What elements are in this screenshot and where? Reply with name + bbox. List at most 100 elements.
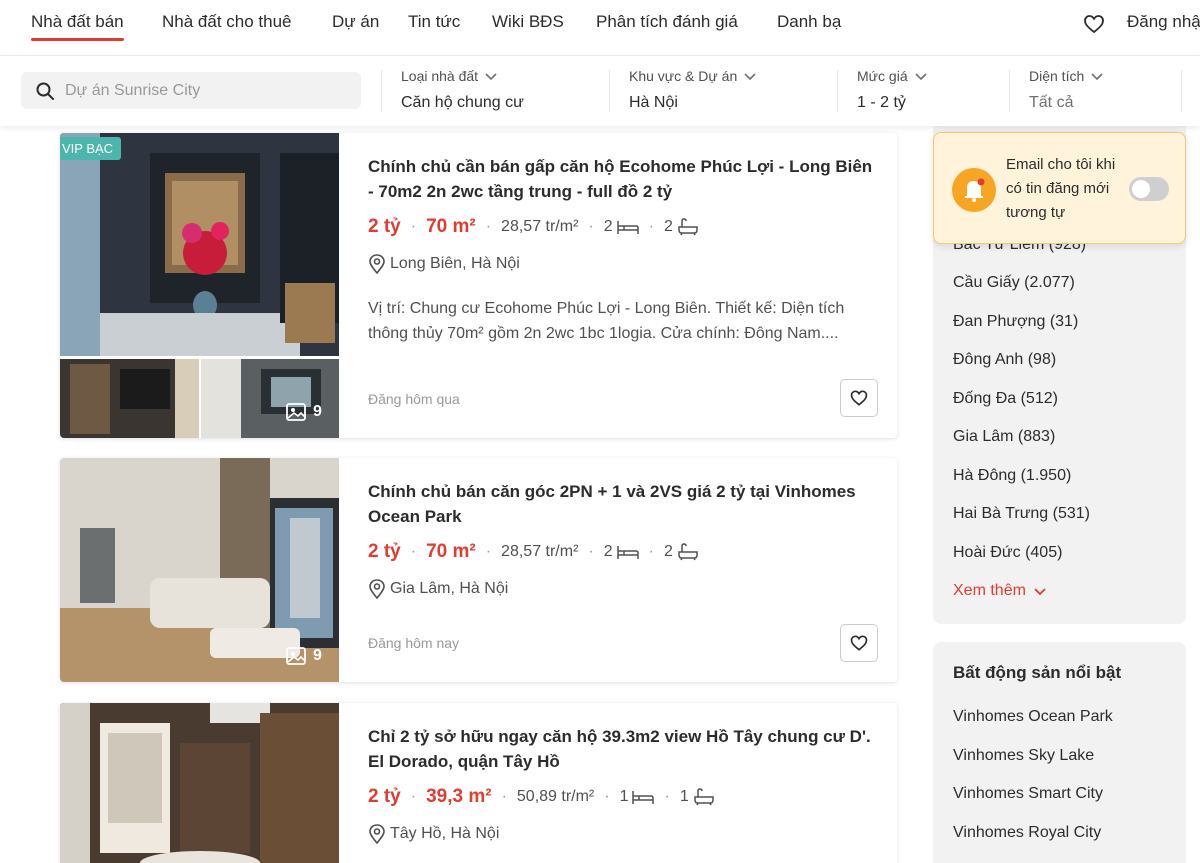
nav-item-du-an[interactable]: Dự án xyxy=(332,12,379,32)
filter-label: Loại nhà đất xyxy=(401,68,498,84)
district-link[interactable]: Đống Đa (512) xyxy=(953,390,1058,408)
featured-title: Bất động sản nổi bật xyxy=(953,663,1122,682)
top-navigation: Nhà đất bán Nhà đất cho thuê Dự án Tin t… xyxy=(0,0,1200,56)
district-link[interactable]: Hai Bà Trưng (531) xyxy=(953,505,1090,523)
listing-photo[interactable] xyxy=(60,703,339,863)
district-link[interactable]: Cầu Giấy (2.077) xyxy=(953,274,1075,292)
bathroom-count: 2 xyxy=(664,218,699,236)
listing-meta: 2 tỷ · 39,3 m² · 50,89 tr/m² · 1 · 1 xyxy=(368,785,715,809)
nav-item-nha-dat-cho-thue[interactable]: Nhà đất cho thuê xyxy=(162,12,291,32)
nav-item-wiki-bds[interactable]: Wiki BĐS xyxy=(492,12,564,32)
district-link[interactable]: Đông Anh (98) xyxy=(953,351,1056,369)
listing-price-per-m2: 28,57 tr/m² xyxy=(501,218,579,235)
listing-thumbnail[interactable] xyxy=(201,359,339,438)
filter-price[interactable]: Mức giá 1 - 2 tỷ xyxy=(837,68,1009,114)
nav-item-danh-ba[interactable]: Danh bạ xyxy=(777,12,841,32)
search-box[interactable] xyxy=(21,72,361,109)
bedroom-count: 2 xyxy=(604,218,639,236)
district-link[interactable]: Đan Phượng (31) xyxy=(953,313,1078,331)
featured-project-link[interactable]: Vinhomes Sky Lake xyxy=(953,747,1094,765)
nav-item-nha-dat-ban[interactable]: Nhà đất bán xyxy=(31,12,124,41)
featured-projects-panel: Bất động sản nổi bật Vinhomes Ocean Park… xyxy=(933,642,1186,863)
filter-divider xyxy=(1009,70,1010,112)
listing-posted-time: Đăng hôm nay xyxy=(368,635,460,651)
filter-property-type[interactable]: Loại nhà đất Căn hộ chung cư xyxy=(381,68,609,114)
email-alert-toggle[interactable] xyxy=(1129,177,1169,201)
listing-photo[interactable] xyxy=(60,133,339,356)
photo-count-value: 9 xyxy=(313,403,322,420)
location-pin-icon xyxy=(369,824,385,844)
bath-icon xyxy=(693,788,714,806)
bath-icon xyxy=(678,218,698,236)
location-pin-icon xyxy=(369,579,385,599)
filter-value: 1 - 2 tỷ xyxy=(857,94,906,111)
filter-more[interactable] xyxy=(1181,68,1200,114)
district-link[interactable]: Hà Đông (1.950) xyxy=(953,467,1071,485)
featured-project-link[interactable]: Vinhomes Ocean Park xyxy=(953,708,1113,726)
listing-card[interactable]: 9 Chính chủ bán căn góc 2PN + 1 và 2VS g… xyxy=(60,458,897,682)
district-link[interactable]: Gia Lâm (883) xyxy=(953,428,1055,446)
filter-label: Khu vực & Dự án xyxy=(629,68,757,84)
bedroom-count: 2 xyxy=(604,543,639,561)
email-alert-box: Email cho tôi khi có tin đăng mới tương … xyxy=(933,132,1186,244)
save-listing-button[interactable] xyxy=(840,624,878,662)
listing-location: Gia Lâm, Hà Nội xyxy=(368,579,508,599)
heart-icon[interactable] xyxy=(1082,12,1106,36)
listing-card[interactable]: Chỉ 2 tỷ sở hữu ngay căn hộ 39.3m2 view … xyxy=(60,703,897,863)
nav-item-tin-tuc[interactable]: Tin tức xyxy=(408,12,460,32)
listing-price-per-m2: 28,57 tr/m² xyxy=(501,543,579,560)
filter-bar: Loại nhà đất Căn hộ chung cư Khu vực & D… xyxy=(0,56,1200,126)
district-link[interactable]: Hoài Đức (405) xyxy=(953,544,1062,562)
listing-area: 70 m² xyxy=(426,541,476,562)
listing-meta: 2 tỷ · 70 m² · 28,57 tr/m² · 2 · 2 xyxy=(368,215,699,239)
listing-title[interactable]: Chính chủ cần bán gấp căn hộ Ecohome Phú… xyxy=(368,154,880,204)
search-input[interactable] xyxy=(65,81,345,100)
listing-meta: 2 tỷ · 70 m² · 28,57 tr/m² · 2 · 2 xyxy=(368,540,699,564)
nav-item-phan-tich-danh-gia[interactable]: Phân tích đánh giá xyxy=(596,12,738,32)
email-alert-text: Email cho tôi khi có tin đăng mới tương … xyxy=(1006,156,1116,221)
heart-icon xyxy=(850,635,868,651)
listing-posted-time: Đăng hôm qua xyxy=(368,391,460,407)
filter-value: Tất cả xyxy=(1029,94,1074,111)
toggle-knob xyxy=(1132,180,1150,198)
chevron-down-icon xyxy=(1034,588,1046,596)
chevron-down-icon xyxy=(744,73,756,81)
filter-area-project[interactable]: Khu vực & Dự án Hà Nội xyxy=(609,68,837,114)
image-icon xyxy=(286,403,306,421)
listing-title[interactable]: Chỉ 2 tỷ sở hữu ngay căn hộ 39.3m2 view … xyxy=(368,724,880,774)
listing-price: 2 tỷ xyxy=(368,541,401,562)
bathroom-count: 1 xyxy=(680,788,715,806)
bell-icon xyxy=(952,168,996,212)
listing-location: Tây Hồ, Hà Nội xyxy=(368,824,499,844)
listing-location: Long Biên, Hà Nội xyxy=(368,254,520,274)
save-listing-button[interactable] xyxy=(840,379,878,417)
listing-description: Vị trí: Chung cư Ecohome Phúc Lợi - Long… xyxy=(368,300,845,342)
filter-label: Mức giá xyxy=(857,68,928,84)
listing-thumbnail[interactable] xyxy=(60,359,199,438)
listing-price: 2 tỷ xyxy=(368,216,401,237)
login-link[interactable]: Đăng nhậ xyxy=(1127,12,1200,32)
search-icon xyxy=(35,81,55,101)
listing-area: 70 m² xyxy=(426,216,476,237)
bathroom-count: 2 xyxy=(664,543,699,561)
image-icon xyxy=(286,647,306,665)
location-pin-icon xyxy=(369,254,385,274)
photo-count-value: 9 xyxy=(313,647,322,664)
listing-area: 39,3 m² xyxy=(426,786,492,807)
show-more-button[interactable]: Xem thêm xyxy=(953,582,1048,600)
photo-count[interactable]: 9 xyxy=(285,401,322,423)
chevron-down-icon xyxy=(485,73,497,81)
bed-icon xyxy=(632,791,655,804)
listing-title[interactable]: Chính chủ bán căn góc 2PN + 1 và 2VS giá… xyxy=(368,479,880,529)
featured-project-link[interactable]: Vinhomes Smart City xyxy=(953,785,1103,803)
photo-count[interactable]: 9 xyxy=(285,645,322,667)
heart-icon xyxy=(850,390,868,406)
filter-divider xyxy=(837,70,838,112)
filter-size[interactable]: Diện tích Tất cả xyxy=(1009,68,1181,114)
filter-divider xyxy=(609,70,610,112)
chevron-down-icon xyxy=(915,73,927,81)
filter-value: Hà Nội xyxy=(629,94,678,111)
filter-value: Căn hộ chung cư xyxy=(401,94,524,111)
featured-project-link[interactable]: Vinhomes Royal City xyxy=(953,824,1101,842)
listing-card[interactable]: VIP BẠC 9 Chính chủ cần bán gấp căn hộ E… xyxy=(60,133,897,438)
